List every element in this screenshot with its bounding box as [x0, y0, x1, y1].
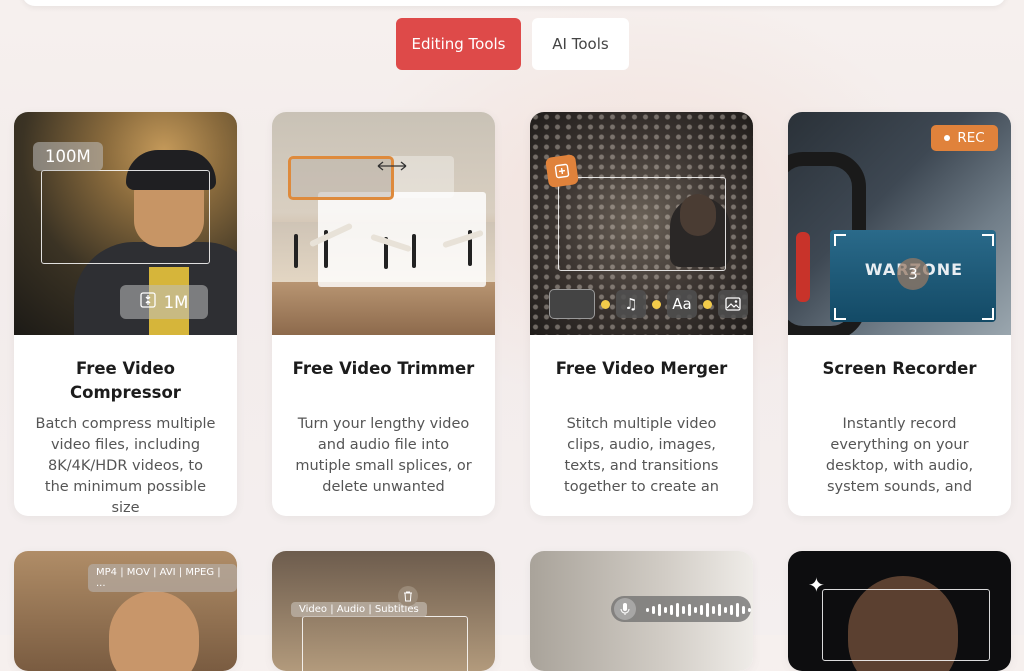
trash-icon[interactable] [398, 586, 418, 606]
card-screen-recorder[interactable]: REC WARZONE 3 Screen Recorder Instantly … [788, 112, 1011, 516]
surfer-figure [412, 234, 416, 268]
record-dot-icon [944, 135, 951, 141]
capture-corner [834, 234, 846, 246]
magic-sparkle-icon: ✦ [808, 573, 825, 597]
plus-dot [703, 299, 712, 309]
image-icon[interactable] [718, 290, 748, 318]
merge-toolbar: ♫ Aa [549, 289, 748, 319]
video-clip-thumb[interactable] [549, 289, 595, 319]
card-subtitle-tool[interactable]: Video | Audio | Subtitles [272, 551, 495, 671]
card-description: Turn your lengthy video and audio file i… [295, 416, 472, 495]
merge-icon [545, 154, 579, 188]
music-note-icon[interactable]: ♫ [616, 290, 646, 318]
countdown-badge: 3 [897, 258, 929, 290]
audio-waveform [646, 603, 751, 617]
headset-light [796, 232, 810, 302]
before-size-badge: 100M [33, 142, 103, 171]
audio-thumbnail [530, 551, 753, 671]
crop-frame [41, 170, 210, 264]
after-size-label: 1M [163, 292, 189, 312]
card-title: Screen Recorder [822, 359, 977, 378]
rec-badge[interactable]: REC [931, 125, 998, 151]
card-description: Batch compress multiple video files, inc… [35, 416, 216, 516]
wet-sand [272, 282, 495, 335]
card-description: Stitch multiple video clips, audio, imag… [564, 416, 719, 495]
card-title: Free Video Merger [555, 359, 728, 378]
subtitle-thumbnail: Video | Audio | Subtitles [272, 551, 495, 671]
surfer-figure [294, 234, 298, 268]
selection-frame [302, 616, 468, 671]
text-icon[interactable]: Aa [667, 290, 697, 318]
recorder-thumbnail: REC WARZONE 3 [788, 112, 1011, 335]
microphone-icon[interactable] [614, 598, 636, 620]
enhancer-thumbnail: ✦ [788, 551, 1011, 671]
card-format-converter[interactable]: MP4 | MOV | AVI | MPEG | ... [14, 551, 237, 671]
card-title: Free Video Trimmer [292, 359, 475, 378]
card-title: Free Video Compressor [70, 359, 181, 402]
merge-frame [558, 177, 726, 271]
card-video-trimmer[interactable]: Free Video Trimmer Turn your lengthy vid… [272, 112, 495, 516]
tab-editing-tools[interactable]: Editing Tools [396, 18, 521, 70]
card-audio-tool[interactable] [530, 551, 753, 671]
card-video-compressor[interactable]: 100M 1M Free Video Compressor Batch comp… [14, 112, 237, 516]
merger-thumbnail: ♫ Aa [530, 112, 753, 335]
converter-thumbnail: MP4 | MOV | AVI | MPEG | ... [14, 551, 237, 671]
capture-corner [834, 308, 846, 320]
person-face [109, 591, 199, 671]
plus-dot [652, 299, 661, 309]
search-bar[interactable] [22, 0, 1006, 6]
tool-tabs: Editing Tools AI Tools [396, 18, 629, 70]
capture-corner [982, 308, 994, 320]
tab-ai-tools[interactable]: AI Tools [532, 18, 629, 70]
format-badge: MP4 | MOV | AVI | MPEG | ... [88, 564, 237, 592]
rec-label: REC [957, 130, 985, 146]
capture-corner [982, 234, 994, 246]
trimmer-thumbnail [272, 112, 495, 335]
after-size-badge: 1M [120, 285, 208, 319]
card-enhancer[interactable]: ✦ [788, 551, 1011, 671]
resize-arrows-icon[interactable] [376, 158, 408, 177]
selection-frame [822, 589, 990, 661]
plus-dot [601, 299, 610, 309]
compressor-thumbnail: 100M 1M [14, 112, 237, 335]
card-video-merger[interactable]: ♫ Aa Free Video Merger Stitch multiple v… [530, 112, 753, 516]
compress-icon [139, 292, 156, 312]
card-description: Instantly record everything on your desk… [825, 416, 974, 495]
